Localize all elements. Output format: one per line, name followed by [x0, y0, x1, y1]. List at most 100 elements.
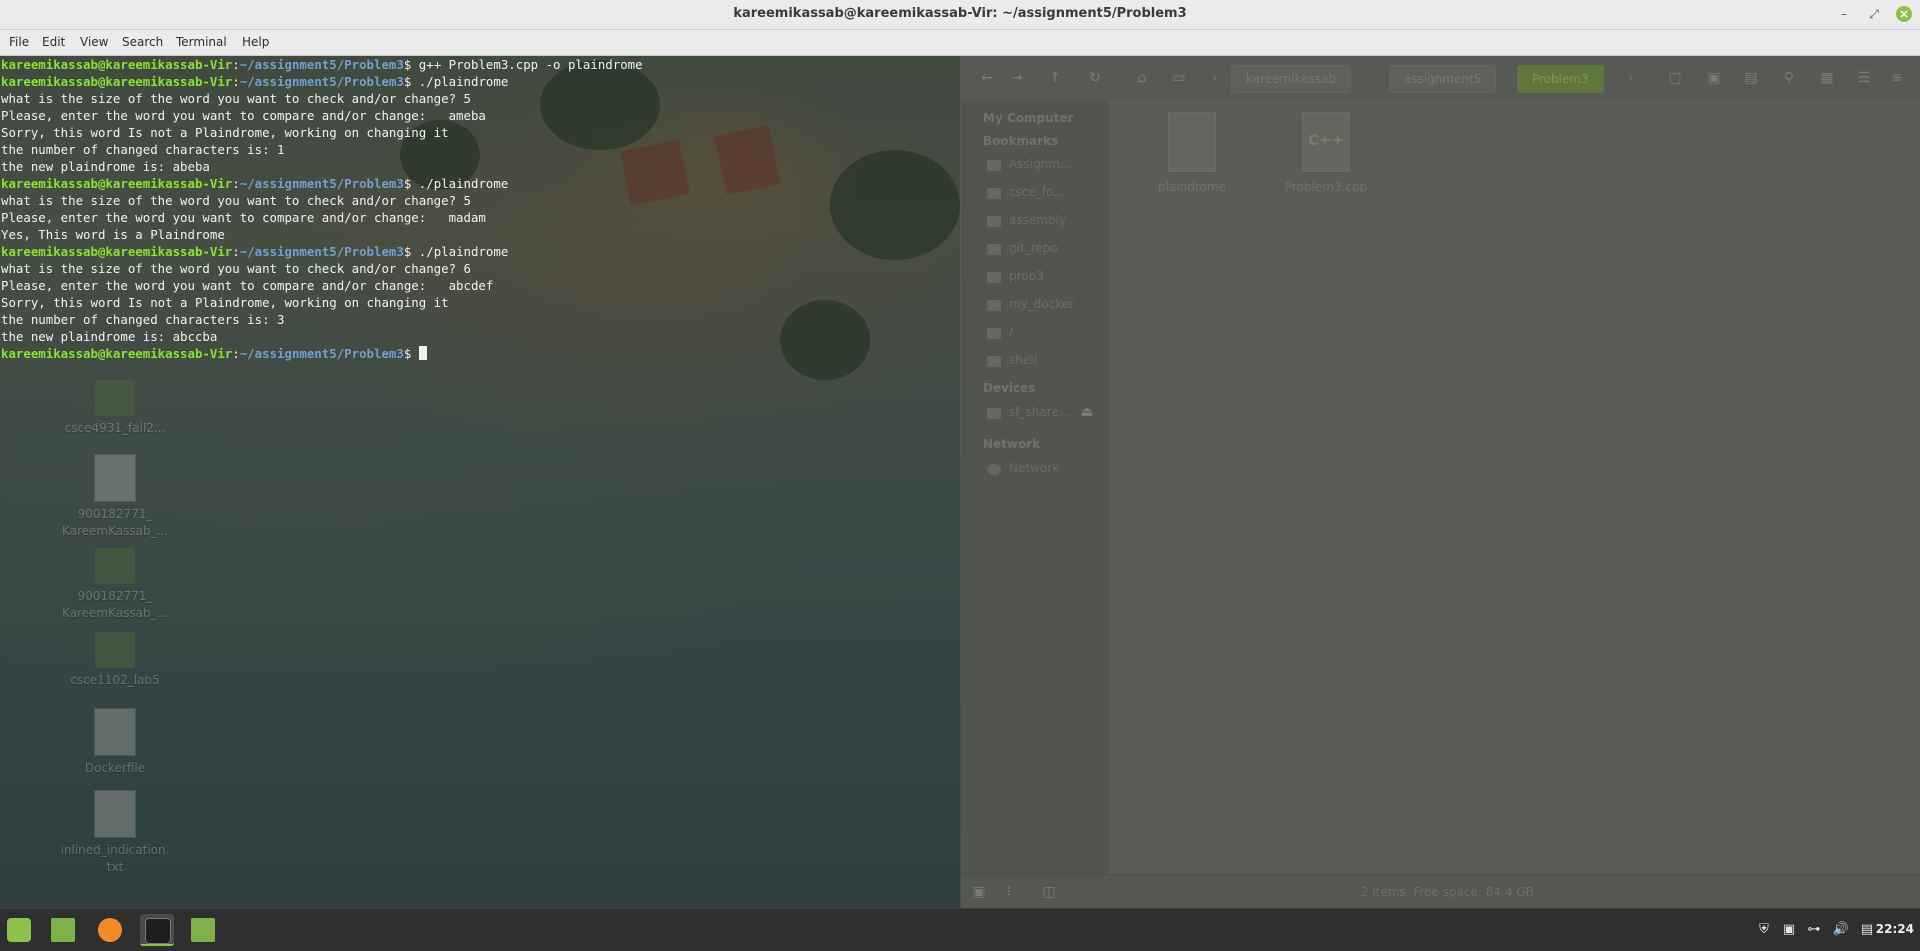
sidebar-devices-header[interactable]: Devices — [983, 381, 1035, 395]
drive-icon — [987, 328, 1001, 339]
home-icon[interactable]: ⌂ — [1134, 70, 1150, 86]
sidebar-item-bookmark[interactable]: prob3 — [1009, 269, 1044, 283]
reload-icon[interactable]: ↻ — [1087, 70, 1103, 86]
sidebar-item-bookmark[interactable]: shell — [1009, 353, 1037, 367]
terminal-icon — [145, 918, 171, 944]
sidebar-item-bookmark[interactable]: Assignm... — [1009, 157, 1071, 171]
toggle-location-icon[interactable]: ▢ — [1667, 70, 1683, 86]
places-icon[interactable]: ▣ — [971, 884, 987, 900]
terminal-output-line: Sorry, this word Is not a Plaindrome, wo… — [0, 124, 960, 141]
eject-icon[interactable]: ⏏ — [1079, 404, 1095, 420]
prompt-separator: : — [232, 74, 240, 89]
open-folder-icon[interactable]: ▤ — [1743, 70, 1759, 86]
sidebar-item-bookmark[interactable]: git_repo — [1009, 241, 1058, 255]
terminal-output[interactable]: kareemikassab@kareemikassab-Vir:~/assign… — [0, 56, 960, 908]
files-icon — [191, 918, 215, 942]
window-title: kareemikassab@kareemikassab-Vir: ~/assig… — [733, 6, 1187, 21]
taskbar: ⛨ ▣ ⊶ 🔊 ▤ 22:24 — [0, 908, 1920, 951]
line-text: Please, enter the word you want to compa… — [1, 278, 494, 293]
firefox-launcher[interactable] — [93, 914, 127, 946]
file-item[interactable]: C++ Problem3.cpp — [1271, 112, 1381, 194]
folder-icon — [987, 356, 1001, 367]
line-text: $ ./plaindrome — [403, 74, 509, 89]
line-text: the new plaindrome is: abccba — [1, 329, 218, 344]
terminal-command-line: kareemikassab@kareemikassab-Vir:~/assign… — [0, 345, 960, 362]
files-icon — [51, 918, 75, 942]
folder-icon — [987, 216, 1001, 227]
chevron-left-icon[interactable]: ‹ — [1207, 70, 1223, 86]
compact-view-icon[interactable]: ≡ — [1889, 70, 1905, 86]
menu-terminal[interactable]: Terminal — [176, 35, 227, 49]
sidebar-item-bookmark[interactable]: my_docker — [1009, 297, 1074, 311]
maximize-icon[interactable]: ⤢ — [1866, 6, 1882, 22]
line-text: what is the size of the word you want to… — [1, 193, 471, 208]
terminal-icon[interactable]: ▣ — [1706, 70, 1722, 86]
forward-icon[interactable]: → — [1009, 70, 1025, 86]
breadcrumb-problem3[interactable]: Problem3 — [1517, 65, 1604, 93]
sidebar-item-network[interactable]: Network — [1009, 461, 1059, 475]
terminal-output-line: the number of changed characters is: 1 — [0, 141, 960, 158]
sidebar-item-bookmark[interactable]: assembly — [1009, 213, 1066, 227]
icon-view-icon[interactable]: ▦ — [1819, 70, 1835, 86]
sidebar-my-computer[interactable]: My Computer — [983, 111, 1073, 125]
tree-icon[interactable]: ⁝ — [1001, 884, 1017, 900]
prompt-separator: : — [232, 176, 240, 191]
sidebar-item-device[interactable]: sf_share... — [1009, 405, 1070, 419]
sidebar-bookmarks-header[interactable]: Bookmarks — [983, 134, 1058, 148]
menu-view[interactable]: View — [80, 35, 108, 49]
network-icon[interactable]: ⊶ — [1805, 921, 1823, 939]
shield-icon[interactable]: ⛨ — [1755, 921, 1773, 939]
menu-edit[interactable]: Edit — [42, 35, 65, 49]
menu-search[interactable]: Search — [122, 35, 163, 49]
close-icon[interactable]: × — [1896, 6, 1912, 22]
search-icon[interactable]: ⚲ — [1781, 70, 1797, 86]
terminal-menubar: File Edit View Search Terminal Help — [0, 30, 1920, 56]
computer-icon[interactable]: ▭ — [1171, 70, 1187, 86]
sidebar-network-header[interactable]: Network — [983, 437, 1040, 451]
prompt-path: ~/assignment5/Problem3 — [239, 74, 404, 89]
network-icon — [987, 464, 1001, 475]
prompt-user: kareemikassab@kareemikassab-Vir — [1, 74, 233, 89]
terminal-output-line: the number of changed characters is: 3 — [0, 311, 960, 328]
terminal-titlebar[interactable]: kareemikassab@kareemikassab-Vir: ~/assig… — [0, 0, 1920, 30]
drive-icon — [987, 408, 1001, 419]
terminal-cursor — [418, 346, 427, 360]
sidebar-item-bookmark[interactable]: csce_fo... — [1009, 185, 1065, 199]
terminal-task[interactable] — [140, 914, 174, 946]
sidebar-item-bookmark[interactable]: / — [1009, 325, 1013, 339]
folder-icon — [987, 300, 1001, 311]
terminal-output-line: what is the size of the word you want to… — [0, 260, 960, 277]
sidebar-toggle-icon[interactable]: ◫ — [1041, 884, 1057, 900]
volume-icon[interactable]: 🔊 — [1832, 921, 1850, 939]
terminal-command-line: kareemikassab@kareemikassab-Vir:~/assign… — [0, 175, 960, 192]
prompt-path: ~/assignment5/Problem3 — [239, 176, 404, 191]
list-view-icon[interactable]: ☰ — [1856, 70, 1872, 86]
clipboard-icon[interactable]: ▤ — [1858, 921, 1876, 939]
menu-help[interactable]: Help — [242, 35, 269, 49]
prompt-separator: : — [232, 244, 240, 259]
line-text: $ — [403, 346, 419, 361]
menu-file[interactable]: File — [9, 35, 29, 49]
up-icon[interactable]: ↑ — [1047, 70, 1063, 86]
back-icon[interactable]: ← — [979, 70, 995, 86]
files-task[interactable] — [186, 914, 220, 946]
chevron-right-icon[interactable]: › — [1623, 70, 1639, 86]
files-launcher[interactable] — [46, 914, 80, 946]
terminal-command-line: kareemikassab@kareemikassab-Vir:~/assign… — [0, 73, 960, 90]
clock[interactable]: 22:24 — [1876, 922, 1914, 936]
terminal-output-line: Yes, This word is a Plaindrome — [0, 226, 960, 243]
file-manager-window: ← → ↑ ↻ ⌂ ▭ ‹ kareemikassab assignment5 … — [961, 56, 1920, 909]
mint-menu-button[interactable] — [2, 914, 36, 946]
status-text: 2 items, Free space: 84.4 GB — [1361, 885, 1534, 899]
breadcrumb-kareemikassab[interactable]: kareemikassab — [1231, 65, 1352, 93]
mint-menu-icon — [7, 918, 31, 942]
file-manager-toolbar: ← → ↑ ↻ ⌂ ▭ ‹ kareemikassab assignment5 … — [961, 56, 1920, 100]
minimize-icon[interactable]: – — [1836, 6, 1852, 22]
prompt-path: ~/assignment5/Problem3 — [239, 346, 404, 361]
network-manager-icon[interactable]: ▣ — [1780, 921, 1798, 939]
executable-file-icon — [1168, 112, 1216, 172]
breadcrumb-assignment5[interactable]: assignment5 — [1389, 65, 1497, 93]
line-text: Sorry, this word Is not a Plaindrome, wo… — [1, 125, 449, 140]
file-item[interactable]: plaindrome — [1137, 112, 1247, 194]
prompt-separator: : — [232, 57, 240, 72]
